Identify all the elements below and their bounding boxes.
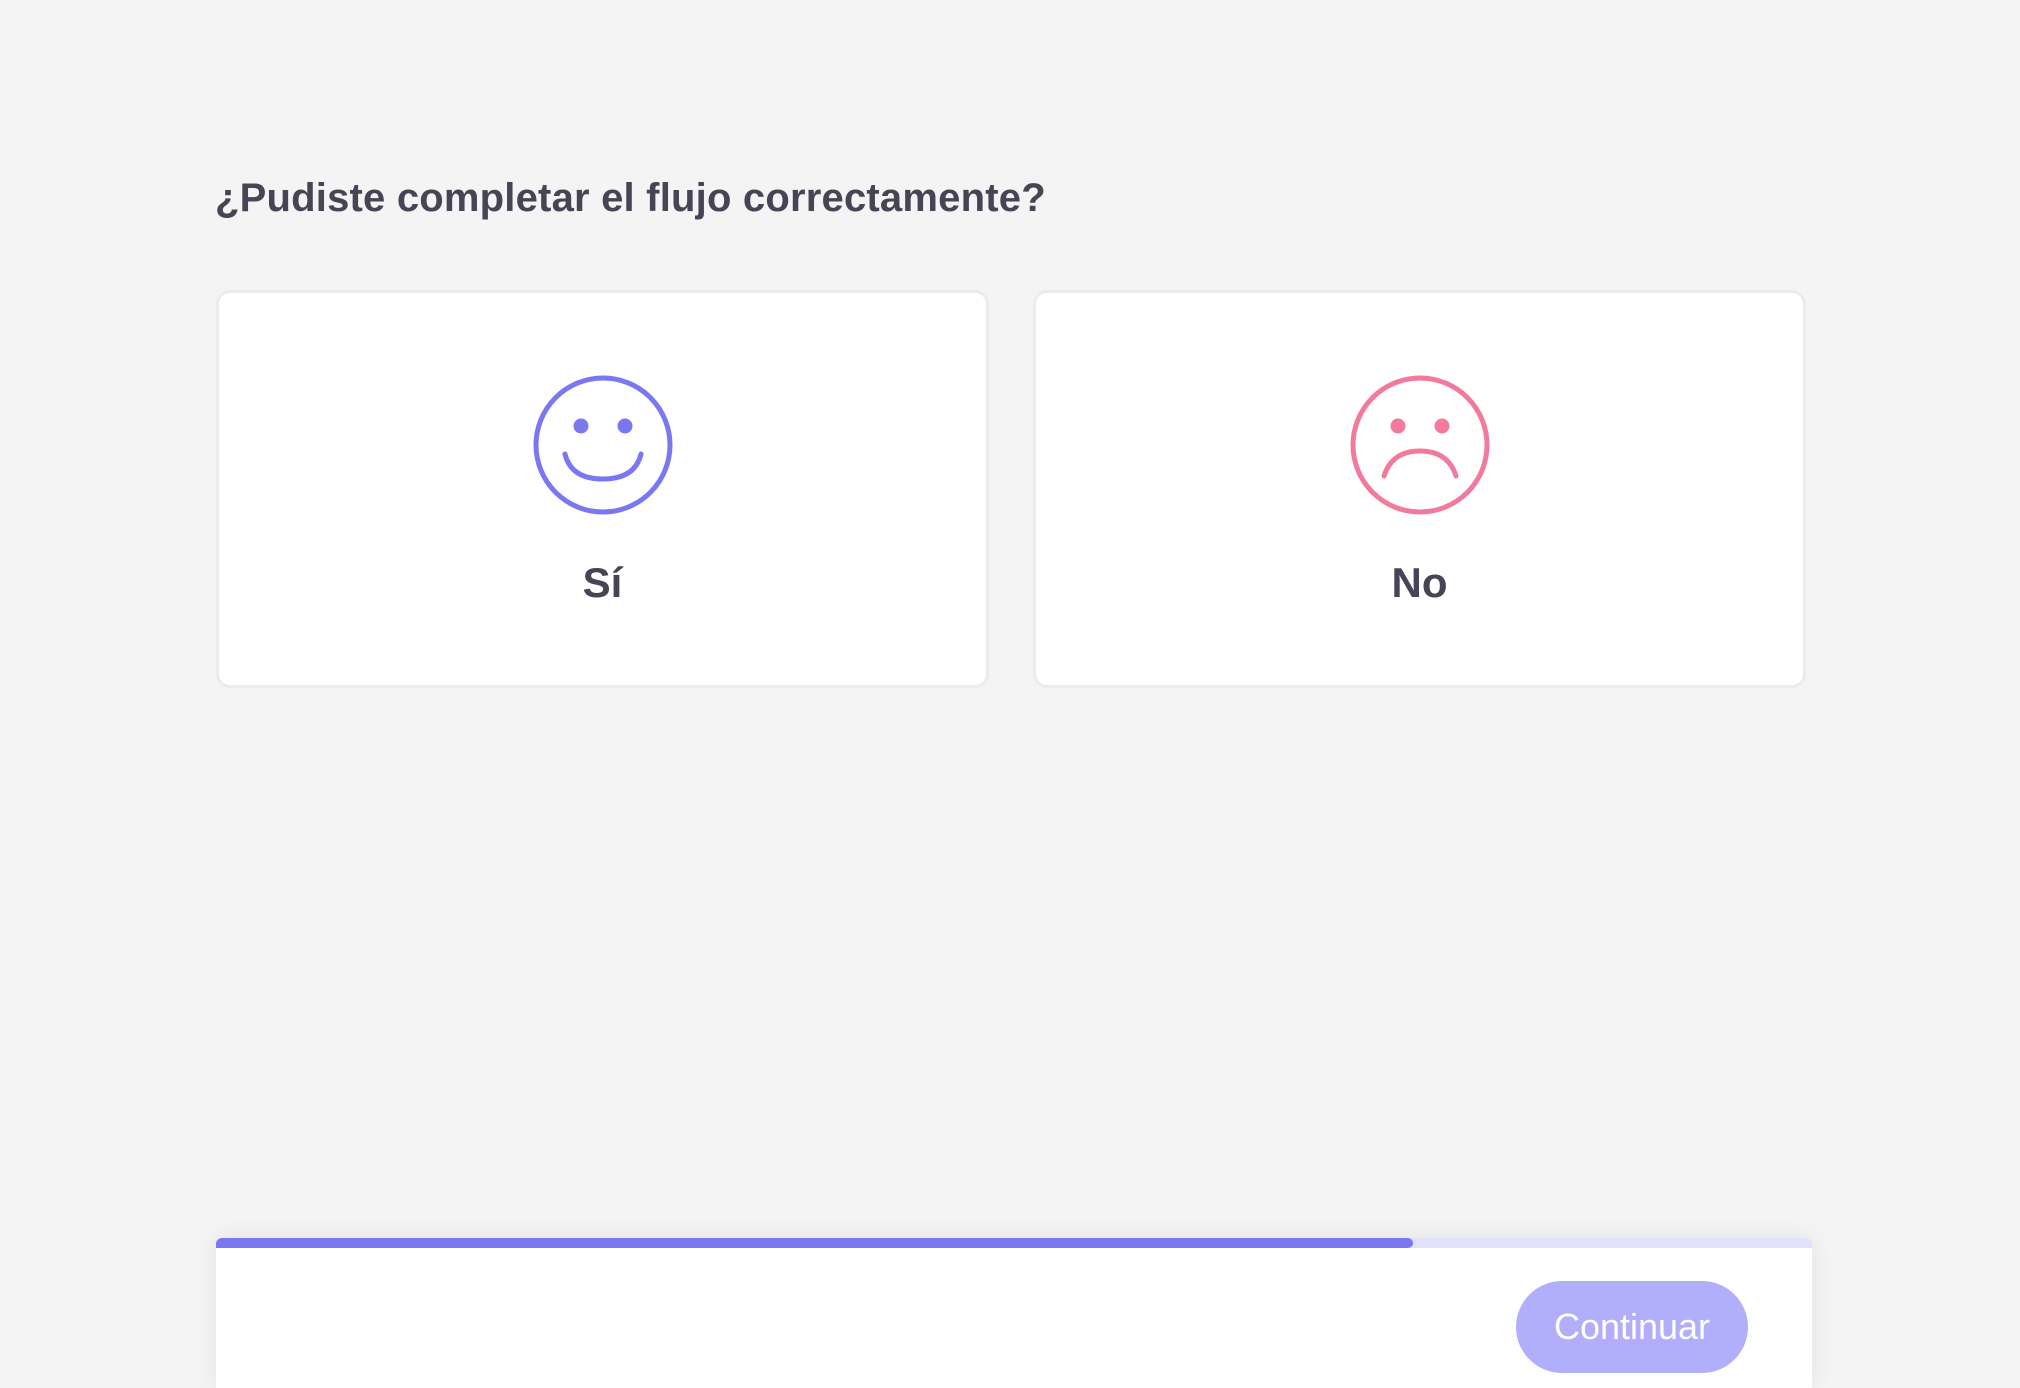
continue-button[interactable]: Continuar <box>1516 1281 1748 1373</box>
progress-bar <box>216 1238 1812 1248</box>
answer-options: Sí No <box>216 290 1806 688</box>
footer-bar: Continuar <box>216 1238 1812 1388</box>
option-yes-label: Sí <box>582 559 623 606</box>
option-no-label: No <box>1391 559 1448 606</box>
smiley-face-icon <box>531 373 675 517</box>
sad-face-icon <box>1348 373 1492 517</box>
option-yes-card[interactable]: Sí <box>216 290 989 688</box>
option-no-card[interactable]: No <box>1033 290 1806 688</box>
progress-bar-fill <box>216 1238 1413 1248</box>
page-question: ¿Pudiste completar el flujo correctament… <box>215 176 1046 220</box>
